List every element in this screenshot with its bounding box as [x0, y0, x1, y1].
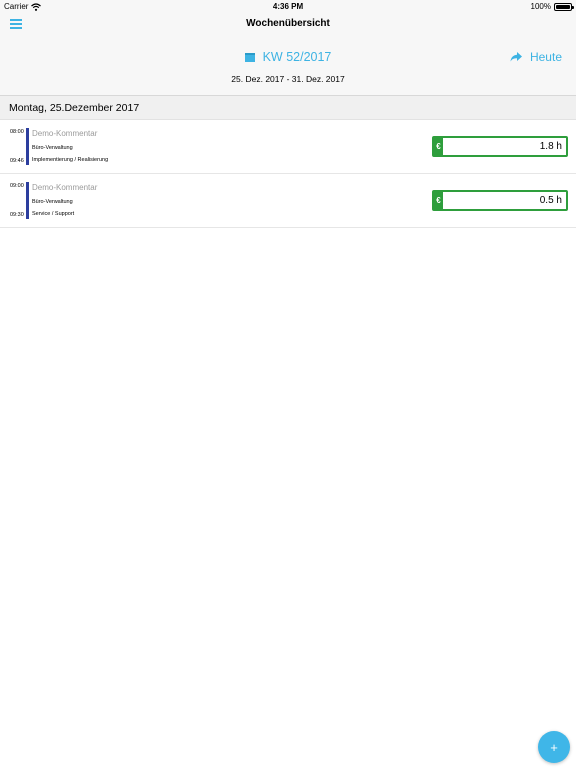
plus-icon: + — [550, 739, 558, 755]
entry-end-time: 09:46 — [10, 158, 24, 164]
entry-activity: Implementierung / Realisierung — [32, 157, 109, 163]
battery-group: 100% — [530, 2, 574, 11]
hours-field[interactable]: € 0.5 h — [432, 190, 568, 211]
add-entry-button[interactable]: + — [538, 731, 570, 763]
battery-percent: 100% — [530, 2, 551, 11]
date-range: 25. Dez. 2017 - 31. Dez. 2017 — [231, 74, 345, 84]
entry-activity: Service / Support — [32, 211, 75, 217]
week-label: KW 52/2017 — [262, 50, 332, 64]
entry-color-bar — [26, 182, 29, 219]
time-entry-row[interactable]: 08:00 09:46 Demo-Kommentar Büro-Verwaltu… — [0, 120, 576, 174]
day-title: Montag, 25.Dezember 2017 — [9, 101, 140, 114]
page-title: Wochenübersicht — [246, 18, 330, 29]
entry-end-time: 09:30 — [10, 212, 24, 218]
entry-comment: Demo-Kommentar — [32, 183, 98, 192]
header: Wochenübersicht KW 52/2017 Heute 25. Dez… — [0, 12, 576, 96]
week-row: KW 52/2017 — [0, 49, 576, 65]
calendar-icon — [244, 52, 255, 62]
share-arrow-icon — [510, 52, 522, 62]
entry-list: 08:00 09:46 Demo-Kommentar Büro-Verwaltu… — [0, 120, 576, 228]
entry-project: Büro-Verwaltung — [32, 145, 73, 151]
today-label: Heute — [529, 50, 562, 64]
entry-color-bar — [26, 128, 29, 165]
time-entry-row[interactable]: 09:00 09:30 Demo-Kommentar Büro-Verwaltu… — [0, 174, 576, 228]
entry-project: Büro-Verwaltung — [32, 199, 73, 205]
hours-field[interactable]: € 1.8 h — [432, 136, 568, 157]
today-button[interactable]: Heute — [510, 49, 562, 65]
hours-value: 1.8 h — [539, 141, 562, 152]
entry-start-time: 09:00 — [10, 183, 24, 189]
entry-comment: Demo-Kommentar — [32, 129, 98, 138]
billable-euro-badge: € — [434, 192, 443, 209]
billable-euro-badge: € — [434, 138, 443, 155]
status-time: 4:36 PM — [272, 2, 304, 11]
hours-value: 0.5 h — [539, 195, 562, 206]
status-bar: Carrier 4:36 PM 100% — [0, 0, 576, 12]
week-picker[interactable]: KW 52/2017 — [244, 50, 332, 64]
battery-icon — [554, 2, 574, 11]
day-header: Montag, 25.Dezember 2017 — [0, 96, 576, 120]
entry-start-time: 08:00 — [10, 129, 24, 135]
